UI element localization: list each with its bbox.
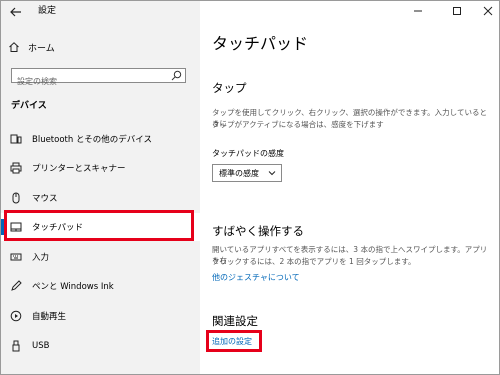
sidebar-item-label: Bluetooth とその他のデバイス xyxy=(32,135,152,145)
home-label: ホーム xyxy=(28,43,55,54)
settings-window: 設定 ホーム デバイス Bluetooth とその他のデバイス xyxy=(0,0,500,375)
sidebar-item-mouse[interactable]: マウス xyxy=(1,184,200,212)
gestures-description-line2: クリックするには、2 本の指でアプリを 1 回タップします。 xyxy=(212,257,416,266)
sidebar-item-printers[interactable]: プリンターとスキャナー xyxy=(1,154,200,182)
app-title: 設定 xyxy=(38,6,57,16)
minimize-icon[interactable] xyxy=(412,5,424,17)
autoplay-icon xyxy=(9,309,23,323)
back-arrow-icon[interactable] xyxy=(9,5,23,19)
sidebar-item-label: 入力 xyxy=(32,253,50,263)
bluetooth-devices-icon xyxy=(9,132,23,146)
search-icon[interactable] xyxy=(171,70,182,81)
search-input[interactable] xyxy=(12,75,167,88)
more-gestures-link[interactable]: 他のジェスチャについて xyxy=(212,272,300,283)
sidebar-item-autoplay[interactable]: 自動再生 xyxy=(1,302,200,330)
tap-heading: タップ xyxy=(212,81,247,95)
sidebar-item-label: ペンと Windows Ink xyxy=(32,282,114,292)
sidebar-item-label: 自動再生 xyxy=(32,312,67,322)
pen-icon xyxy=(9,279,23,293)
home-icon xyxy=(9,42,19,52)
sidebar-item-input[interactable]: 入力 xyxy=(1,243,200,271)
content-pane: タッチパッド タップ タップを使用してクリック、右クリック、選択の操作ができます… xyxy=(200,1,499,374)
sidebar-item-label: プリンターとスキャナー xyxy=(32,164,126,174)
chevron-down-icon xyxy=(268,171,276,176)
sidebar-item-usb[interactable]: USB xyxy=(1,332,200,360)
search-box[interactable] xyxy=(11,68,186,88)
home-link[interactable]: ホーム xyxy=(8,39,55,55)
sidebar-item-pen[interactable]: ペンと Windows Ink xyxy=(1,272,200,300)
sidebar-item-label: USB xyxy=(32,341,50,351)
sidebar-item-label: マウス xyxy=(32,194,58,204)
sensitivity-dropdown[interactable]: 標準の感度 xyxy=(212,164,282,182)
printer-icon xyxy=(9,161,23,175)
tap-description-line2: タップがアクティブになる場合は、感度を下げます xyxy=(212,120,384,129)
page-title: タッチパッド xyxy=(212,34,309,53)
mouse-icon xyxy=(9,191,23,205)
related-settings-heading: 関連設定 xyxy=(212,314,258,328)
highlight-box xyxy=(206,330,262,352)
sidebar: 設定 ホーム デバイス Bluetooth とその他のデバイス xyxy=(1,1,200,374)
maximize-icon[interactable] xyxy=(451,5,463,17)
gestures-heading: すばやく操作する xyxy=(212,224,304,238)
close-icon[interactable] xyxy=(482,5,494,17)
keyboard-icon xyxy=(9,250,23,264)
sidebar-item-bluetooth[interactable]: Bluetooth とその他のデバイス xyxy=(1,125,200,153)
sensitivity-label: タッチパッドの感度 xyxy=(212,149,284,158)
section-label: デバイス xyxy=(11,101,47,111)
usb-icon xyxy=(9,339,23,353)
sensitivity-value: 標準の感度 xyxy=(219,168,259,178)
highlight-box xyxy=(4,210,194,241)
